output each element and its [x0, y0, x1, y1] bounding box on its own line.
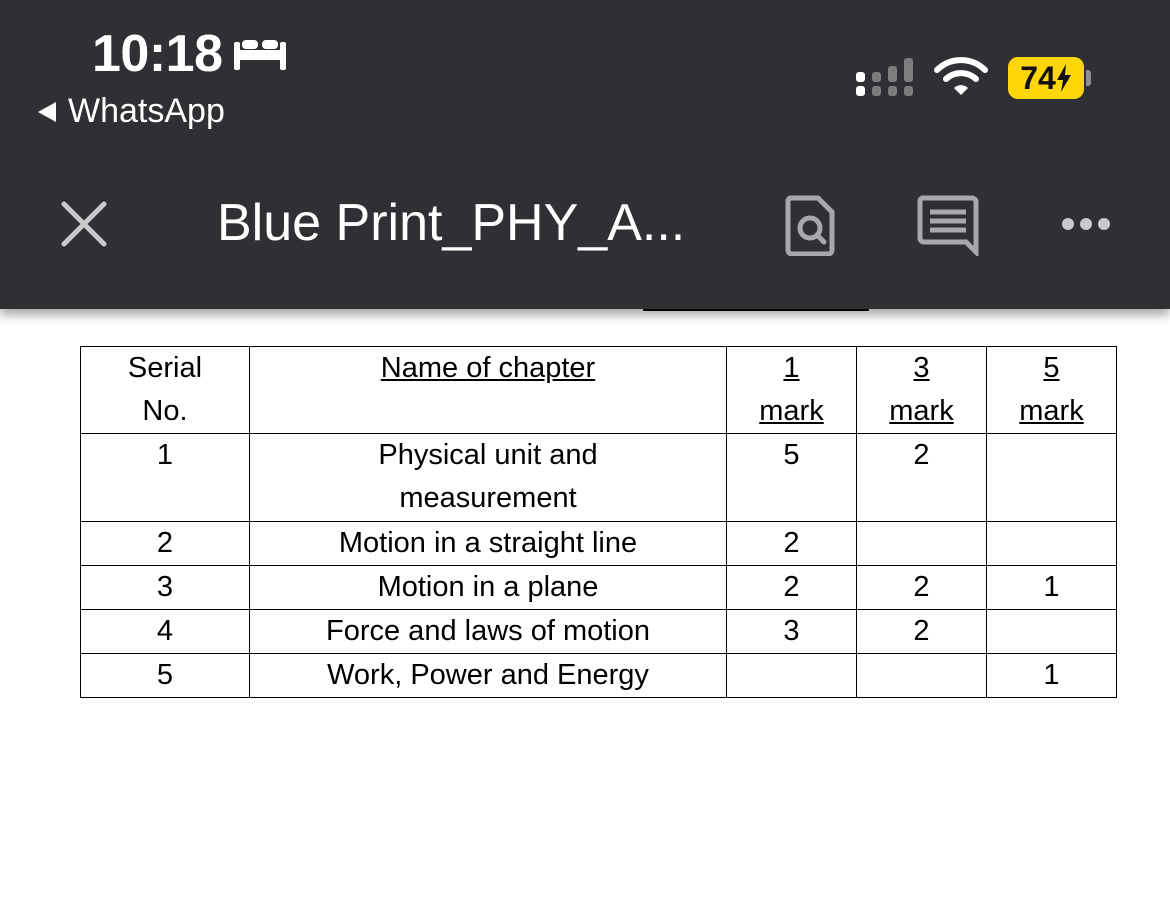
table-row: 3 Motion in a plane 2 2 1 [80, 565, 1117, 610]
one-mark-cell: 5 [726, 433, 857, 522]
serial-cell: 3 [80, 565, 250, 610]
chapter-cell: Force and laws of motion [249, 609, 727, 654]
five-mark-cell [986, 521, 1117, 566]
three-mark-cell: 2 [856, 565, 987, 610]
table-row: 2 Motion in a straight line 2 [80, 521, 1117, 566]
header-serial: Serial No. [80, 346, 250, 434]
chapter-cell: Motion in a plane [249, 565, 727, 610]
cellular-signal-icon [856, 58, 913, 96]
comment-icon[interactable] [916, 194, 980, 256]
header-chapter: Name of chapter [249, 346, 727, 434]
one-mark-cell [726, 653, 857, 698]
back-to-app-link[interactable]: WhatsApp [38, 92, 225, 131]
three-mark-cell [856, 653, 987, 698]
heading-underline-fragment [643, 309, 869, 311]
one-mark-cell: 2 [726, 521, 857, 566]
serial-cell: 4 [80, 609, 250, 654]
table-header-row: Serial No. Name of chapter 1 mark 3 mark… [80, 346, 1117, 434]
header-three-mark: 3 mark [856, 346, 987, 434]
battery-indicator: 74 [1008, 57, 1084, 99]
five-mark-cell: 1 [986, 653, 1117, 698]
five-mark-cell [986, 609, 1117, 654]
serial-cell: 1 [80, 433, 250, 522]
wifi-icon [934, 57, 988, 95]
battery-cap [1086, 70, 1091, 86]
header-one-mark: 1 mark [726, 346, 857, 434]
charging-bolt-icon [1056, 64, 1071, 92]
back-app-label: WhatsApp [68, 92, 225, 130]
battery-level: 74 [1020, 59, 1056, 96]
status-time: 10:18 [92, 25, 223, 83]
three-mark-cell [856, 521, 987, 566]
serial-cell: 2 [80, 521, 250, 566]
one-mark-cell: 2 [726, 565, 857, 610]
document-toolbar: 10:18 WhatsApp 74 Blue Print_PHY_A... [0, 0, 1170, 309]
five-mark-cell: 1 [986, 565, 1117, 610]
table-row: 4 Force and laws of motion 3 2 [80, 609, 1117, 654]
back-triangle-icon [38, 101, 56, 122]
document-title: Blue Print_PHY_A... [217, 194, 686, 252]
close-icon[interactable] [58, 198, 110, 250]
more-options-icon[interactable] [1060, 214, 1112, 234]
find-in-document-icon[interactable] [784, 194, 836, 256]
one-mark-cell: 3 [726, 609, 857, 654]
three-mark-cell: 2 [856, 609, 987, 654]
chapter-cell: Motion in a straight line [249, 521, 727, 566]
document-content: Serial No. Name of chapter 1 mark 3 mark… [0, 309, 1170, 919]
table-row: 5 Work, Power and Energy 1 [80, 653, 1117, 698]
sleep-focus-icon [234, 40, 286, 70]
five-mark-cell [986, 433, 1117, 522]
serial-cell: 5 [80, 653, 250, 698]
chapter-cell: Physical unit and measurement [249, 433, 727, 522]
blueprint-table: Serial No. Name of chapter 1 mark 3 mark… [80, 346, 1117, 698]
table-row: 1 Physical unit and measurement 5 2 [80, 433, 1117, 522]
three-mark-cell: 2 [856, 433, 987, 522]
chapter-cell: Work, Power and Energy [249, 653, 727, 698]
header-five-mark: 5 mark [986, 346, 1117, 434]
